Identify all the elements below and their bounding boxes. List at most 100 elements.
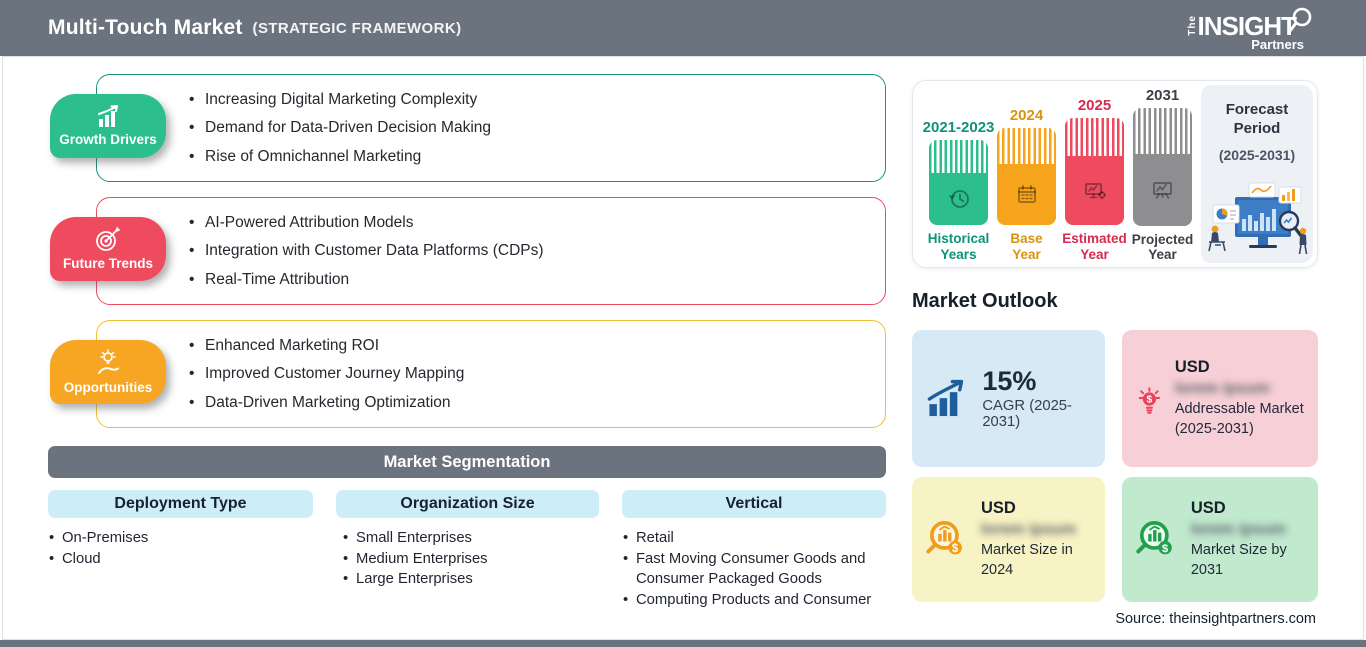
bar-shape [997,128,1056,225]
column-list: On-Premises Cloud [48,528,313,569]
growth-drivers-box: Increasing Digital Marketing Complexity … [96,74,886,182]
cagr-value: 15% [982,365,1037,396]
growth-drivers-list: Increasing Digital Marketing Complexity … [189,90,491,167]
bar-body [1065,156,1124,225]
bulb-hand-icon [98,349,119,374]
column-list: Retail Fast Moving Consumer Goods and Co… [622,528,886,611]
magnifier-chart-icon: $ [926,520,962,554]
bar-body [929,173,988,225]
infographic-page: Multi-Touch Market (STRATEGIC FRAMEWORK)… [0,0,1366,647]
bar-stripes [929,140,988,173]
forecast-period-panel: Forecast Period (2025-2031) [1201,85,1313,263]
bar-caption: Projected Year [1131,231,1194,263]
list-item: Integration with Customer Data Platforms… [189,241,544,261]
list-item: Retail [622,528,886,549]
bar-shape [1133,108,1192,226]
page-subtitle: (STRATEGIC FRAMEWORK) [252,19,462,37]
bar-year-label: 2021-2023 [922,119,995,136]
opportunities-badge: Opportunities [50,340,166,404]
svg-text:$: $ [1162,542,1169,554]
list-item: Large Enterprises [342,569,599,590]
market-segmentation-header: Market Segmentation [48,446,886,478]
bar-stripes [1133,108,1192,154]
svg-text:$: $ [1147,394,1153,405]
target-icon [96,227,120,251]
logo-the-text: The [1186,15,1198,36]
bottom-accent-bar [0,640,1366,647]
bar-body [997,164,1056,225]
growth-drivers-badge: Growth Drivers [50,94,166,158]
magnifier-lens-icon [1288,7,1312,33]
header: Multi-Touch Market (STRATEGIC FRAMEWORK)… [0,0,1366,56]
list-item: Fast Moving Consumer Goods and Consumer … [622,549,886,590]
analytics-illustration [1208,182,1308,255]
list-item: Improved Customer Journey Mapping [189,364,464,384]
bar-caption: Historical Years [927,231,990,262]
bar-shape [1065,118,1124,225]
bar-year-label: 2025 [1077,97,1112,114]
segmentation-column-deployment-type: Deployment Type On-Premises Cloud [48,490,313,569]
card-caption: Addressable Market (2025-2031) [1174,400,1304,437]
growth-bars-arrow-icon [927,379,964,416]
badge-label: Future Trends [62,256,153,271]
calendar-icon [1017,184,1036,203]
market-size-2031-card: $ USD lorem ipsum Market Size by 2031 [1122,477,1318,602]
future-trends-badge: Future Trends [50,217,166,281]
segmentation-column-organization-size: Organization Size Small Enterprises Medi… [336,490,599,590]
clock-history-icon [948,190,969,208]
forecast-period-range: (2025-2031) [1218,146,1296,163]
growth-chart-icon [98,105,118,127]
logo-partners-text: Partners [1251,37,1304,52]
addressable-market-card: $ USD lorem ipsum Addressable Market (20… [1122,330,1318,467]
list-item: Enhanced Marketing ROI [189,336,464,356]
market-size-2024-card: $ USD lorem ipsum Market Size in 2024 [912,477,1105,602]
list-item: AI-Powered Attribution Models [189,213,544,233]
cagr-card: 15% CAGR (2025-2031) [912,330,1105,467]
bar-caption: Estimated Year [1062,231,1127,262]
list-item: Real-Time Attribution [189,270,544,290]
column-header: Vertical [622,490,886,518]
bar-year-label: 2024 [1009,107,1044,124]
currency-label: USD [1190,498,1226,517]
bar-stripes [1065,118,1124,156]
list-item: Small Enterprises [342,528,599,549]
source-text: Source: theinsightpartners.com [1115,611,1316,627]
magnifier-chart-icon: $ [1136,520,1172,554]
bar-shape [929,140,988,225]
monitor-gear-icon [1084,182,1106,199]
future-trends-list: AI-Powered Attribution Models Integratio… [189,213,544,290]
list-item: Computing Products and Consumer [622,590,886,611]
list-item: Demand for Data-Driven Decision Making [189,118,491,138]
blurred-value: lorem ipsum [980,520,1077,538]
future-trends-box: AI-Powered Attribution Models Integratio… [96,197,886,305]
timeline-bar-projected: 2031 Projected Year [1131,87,1194,263]
column-header: Deployment Type [48,490,313,518]
list-item: Increasing Digital Marketing Complexity [189,90,491,110]
badge-label: Opportunities [63,380,153,395]
timeline-bar-historical: 2021-2023 Historical Years [923,87,995,263]
bar-year-label: 2031 [1145,87,1180,104]
column-header: Organization Size [336,490,599,518]
column-list: Small Enterprises Medium Enterprises Lar… [336,528,599,590]
opportunities-list: Enhanced Marketing ROI Improved Customer… [189,336,464,413]
card-caption: Market Size in 2024 [980,541,1073,578]
list-item: Medium Enterprises [342,549,599,570]
bar-caption: Base Year [1010,231,1043,262]
timeline-card: 2021-2023 Historical Years 2024 Base Yea… [912,80,1318,268]
cagr-caption: CAGR (2025-2031) [982,398,1072,431]
segmentation-column-vertical: Vertical Retail Fast Moving Consumer Goo… [622,490,886,611]
logo-insight-text: INSIGHT [1197,11,1297,41]
bar-body [1133,154,1192,226]
list-item: On-Premises [48,528,313,549]
bulb-dollar-icon: $ [1138,386,1161,414]
svg-text:$: $ [952,542,959,554]
list-item: Cloud [48,549,313,570]
market-outlook-title: Market Outlook [912,290,1058,312]
timeline-bar-base: 2024 Base Year [997,87,1056,263]
card-caption: Market Size by 2031 [1190,541,1287,578]
opportunities-box: Enhanced Marketing ROI Improved Customer… [96,320,886,428]
currency-label: USD [980,498,1016,517]
page-title: Multi-Touch Market [48,16,243,39]
blurred-value: lorem ipsum [1174,379,1270,397]
presentation-icon [1152,182,1172,199]
